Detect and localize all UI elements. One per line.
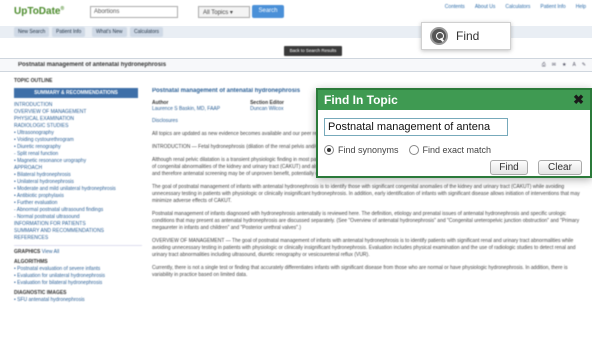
find-exact-match-radio[interactable] (408, 145, 419, 155)
uptodate-logo[interactable]: UpToDate® (14, 6, 64, 17)
find-synonyms-label[interactable]: Find synonyms (338, 145, 399, 155)
dialog-header: Find In Topic ✖ (318, 90, 590, 110)
top-link-calculators[interactable]: Calculators (505, 4, 530, 10)
top-links: Contents About Us Calculators Patient In… (445, 4, 586, 10)
close-icon[interactable]: ✖ (573, 90, 584, 110)
feedback-icon[interactable]: ✎ (582, 62, 586, 68)
outline-item[interactable]: • Further evaluation (14, 200, 142, 207)
top-link-help[interactable]: Help (576, 4, 586, 10)
outline-heading: TOPIC OUTLINE (14, 78, 53, 84)
editor-name-link[interactable]: Duncan Wilcox (250, 106, 283, 112)
outline-item[interactable]: INFORMATION FOR PATIENTS (14, 221, 142, 228)
graphics-item[interactable]: • Evaluation for unilateral hydronephros… (14, 273, 142, 280)
graphics-item[interactable]: • Evaluation for bilateral hydronephrosi… (14, 280, 142, 287)
outline-item[interactable]: - Abnormal postnatal ultrasound findings (14, 207, 142, 214)
author: Author Laurence S Baskin, MD, FAAP (152, 100, 221, 112)
top-link-contents[interactable]: Contents (445, 4, 465, 10)
find-button-label: Find (456, 29, 480, 43)
print-icon[interactable]: ⎙ (542, 62, 546, 68)
outline-item[interactable]: • Voiding cystourethrogram (14, 137, 142, 144)
outline-item[interactable]: • Diuretic renography (14, 144, 142, 151)
find-text-input[interactable] (324, 118, 508, 136)
outline-item[interactable]: RADIOLOGIC STUDIES (14, 123, 142, 130)
page-title: Postnatal management of antenatal hydron… (18, 62, 167, 68)
outline-item[interactable]: - Normal postnatal ultrasound (14, 214, 142, 221)
nav-tab-whats-new[interactable]: What's New (92, 27, 127, 37)
outline-item[interactable]: • Magnetic resonance urography (14, 158, 142, 165)
topic-toolbar: ⎙ ✉ ★ A ✎ (542, 62, 586, 68)
author-name-link[interactable]: Laurence S Baskin, MD, FAAP (152, 106, 220, 112)
diagnostic-images-heading: DIAGNOSTIC IMAGES (14, 290, 67, 296)
outline-item[interactable]: • Antibiotic prophylaxis (14, 193, 142, 200)
summary-recommendations-button[interactable]: SUMMARY & RECOMMENDATIONS (14, 88, 138, 98)
top-link-patient-info[interactable]: Patient Info (540, 4, 565, 10)
nav-tab-new-search[interactable]: New Search (14, 27, 50, 37)
outline-item[interactable]: APPROACH (14, 165, 142, 172)
back-to-results-button[interactable]: Back to Search Results (284, 46, 342, 56)
content-paragraph: The goal of postnatal management of infa… (152, 184, 580, 204)
outline-item[interactable]: INTRODUCTION (14, 102, 142, 109)
search-icon (430, 27, 448, 45)
section-editor: Section Editor Duncan Wilcox (250, 100, 284, 112)
find-synonyms-radio[interactable] (324, 145, 334, 155)
find-in-topic-dialog: Find In Topic ✖ Find synonyms Find exact… (316, 88, 592, 178)
outline-item[interactable]: PHYSICAL EXAMINATION (14, 116, 142, 123)
find-submit-button[interactable]: Find (490, 160, 528, 175)
top-link-about[interactable]: About Us (475, 4, 496, 10)
font-size-icon[interactable]: A (572, 62, 575, 68)
outline-item[interactable]: • Bilateral hydronephrosis (14, 172, 142, 179)
outline-item[interactable]: - Split renal function (14, 151, 142, 158)
clear-button[interactable]: Clear (538, 160, 582, 175)
search-button[interactable]: Search (252, 5, 284, 18)
content-paragraph: Postnatal management of infants diagnose… (152, 211, 580, 231)
outline-item[interactable]: SUMMARY AND RECOMMENDATIONS (14, 228, 142, 235)
outline-item[interactable]: • Moderate and mild unilateral hydroneph… (14, 186, 142, 193)
sidebar-divider (14, 245, 142, 246)
outline-item[interactable]: • Unilateral hydronephrosis (14, 179, 142, 186)
outline-item[interactable]: • Ultrasonography (14, 130, 142, 137)
find-options: Find synonyms Find exact match (324, 145, 491, 155)
share-icon[interactable]: ✉ (552, 62, 556, 68)
graphics-item[interactable]: • Postnatal evaluation of severe infants (14, 266, 142, 273)
bookmark-icon[interactable]: ★ (562, 62, 566, 68)
outline-item[interactable]: OVERVIEW OF MANAGEMENT (14, 109, 142, 116)
search-scope-select[interactable]: All Topics ▾ (198, 6, 250, 18)
search-input[interactable]: Abortions (90, 6, 178, 18)
algorithms-heading: ALGORITHMS (14, 259, 48, 265)
nav-tab-patient-info[interactable]: Patient Info (52, 27, 86, 37)
nav-tab-calculators[interactable]: Calculators (130, 27, 164, 37)
topic-title-bar: Postnatal management of antenatal hydron… (0, 58, 592, 72)
graphics-heading: GRAPHICS View All (14, 249, 60, 255)
dialog-title: Find In Topic (324, 93, 398, 107)
view-all-graphics-link[interactable]: View All (42, 249, 59, 255)
outline-item[interactable]: REFERENCES (14, 235, 142, 242)
content-paragraph: OVERVIEW OF MANAGEMENT — The goal of pos… (152, 238, 576, 258)
find-button[interactable]: Find (421, 22, 511, 50)
content-paragraph: Currently, there is not a single test or… (152, 265, 568, 278)
graphics-item[interactable]: • SFU antenatal hydronephrosis (14, 297, 142, 304)
topic-outline-sidebar: TOPIC OUTLINE SUMMARY & RECOMMENDATIONS … (14, 78, 142, 364)
find-exact-match-label[interactable]: Find exact match (423, 145, 492, 155)
